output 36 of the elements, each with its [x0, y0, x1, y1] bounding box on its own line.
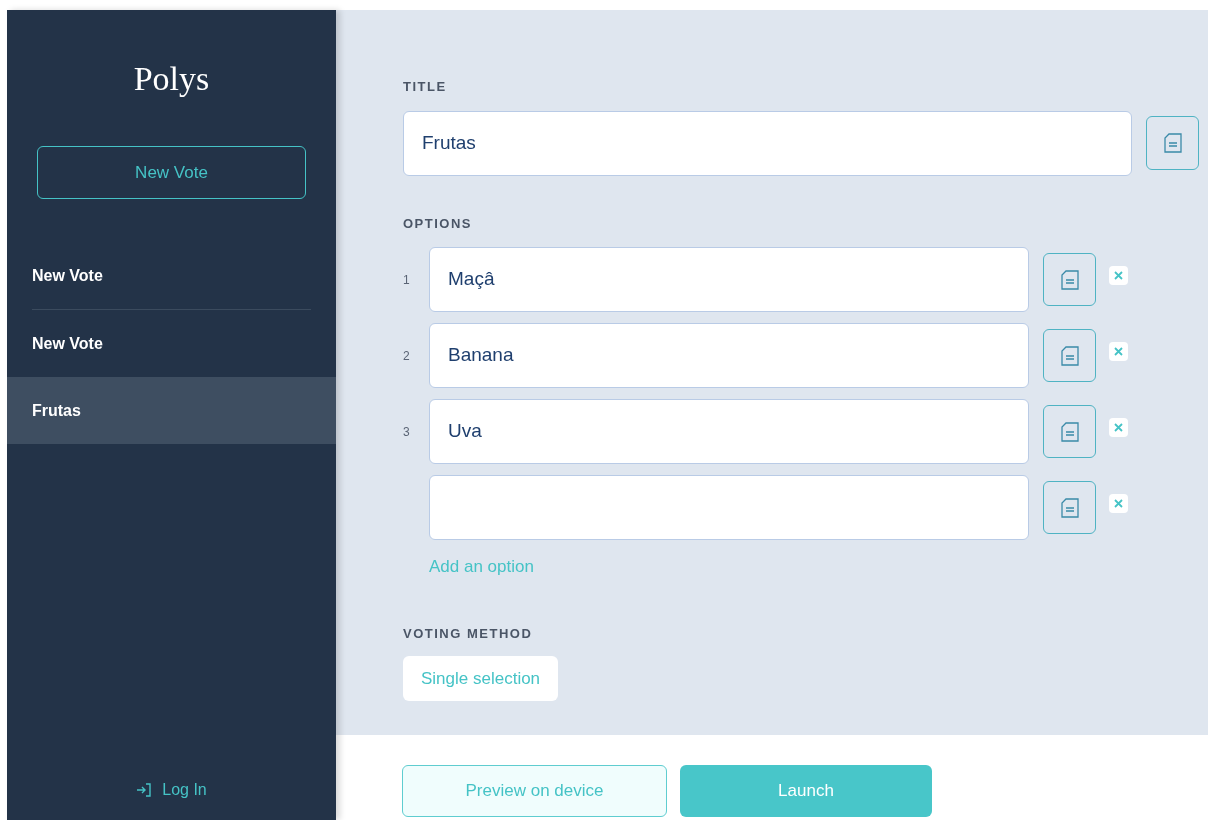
field-label: VOTING METHOD [403, 624, 534, 643]
close-icon [1114, 271, 1123, 280]
notes-button[interactable] [1146, 116, 1199, 170]
notes-button[interactable] [1043, 481, 1096, 534]
option-field[interactable]: Banana [429, 323, 1029, 388]
option-field[interactable]: Maçâ [429, 247, 1029, 312]
sidebar-item[interactable]: New Vote [7, 310, 336, 377]
title-field[interactable]: Frutas [403, 110, 1132, 176]
document-icon [1060, 345, 1079, 366]
close-icon [1114, 347, 1123, 356]
option-number: 2 [403, 348, 411, 365]
field-label: TITLE [403, 78, 448, 96]
close-icon [1114, 499, 1123, 508]
logo: Polys [133, 62, 210, 96]
notes-button[interactable] [1043, 329, 1096, 382]
sidebar-item[interactable]: New Vote [7, 242, 336, 309]
document-icon [1163, 133, 1182, 153]
document-icon [1060, 421, 1079, 442]
new-vote-button[interactable]: New Vote [37, 146, 306, 199]
remove-button[interactable] [1109, 494, 1128, 513]
option-number: 1 [403, 272, 411, 289]
notes-button[interactable] [1043, 253, 1096, 306]
option-field[interactable]: Uva [429, 399, 1029, 464]
field-label: OPTIONS [403, 214, 473, 233]
close-icon [1114, 423, 1123, 432]
remove-button[interactable] [1109, 418, 1128, 437]
option-field[interactable] [429, 475, 1029, 540]
login-icon [136, 782, 153, 798]
sidebar-item[interactable]: Frutas [7, 377, 336, 444]
document-icon [1060, 497, 1079, 518]
login-link[interactable]: Log In [7, 778, 336, 802]
remove-button[interactable] [1109, 342, 1128, 361]
document-icon [1060, 269, 1079, 290]
remove-button[interactable] [1109, 266, 1128, 285]
option-number: 3 [403, 424, 411, 441]
notes-button[interactable] [1043, 405, 1096, 458]
